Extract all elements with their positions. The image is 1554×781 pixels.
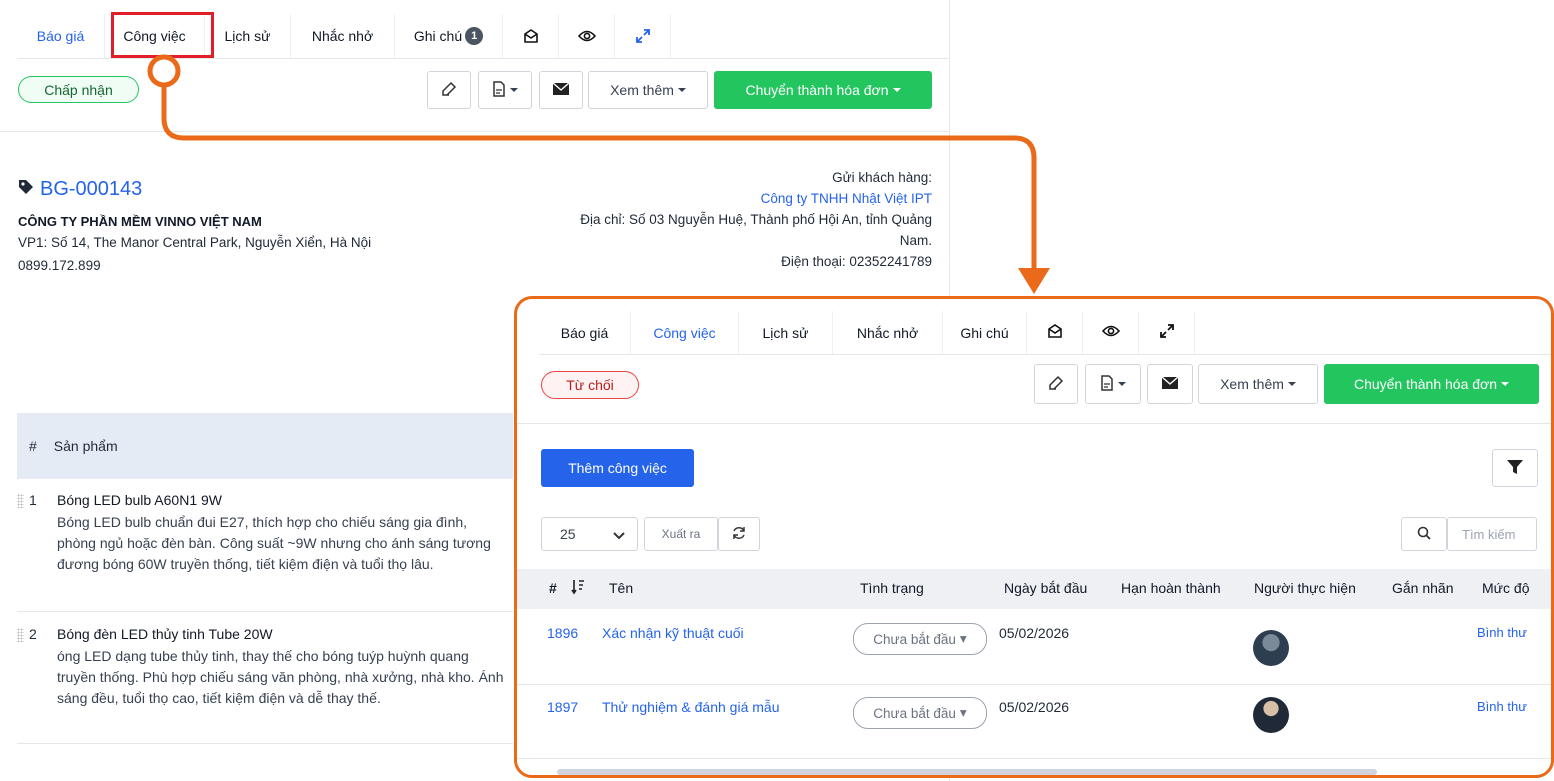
avatar[interactable] xyxy=(1253,697,1289,733)
search-icon xyxy=(1417,526,1431,543)
filter-button[interactable] xyxy=(1492,449,1538,487)
callout-line xyxy=(161,85,1037,272)
callout-arrowhead xyxy=(1018,268,1050,294)
table-row: 1896 Xác nhận kỹ thuật cuối Chưa bắt đầu… xyxy=(517,611,1551,685)
more-button[interactable]: Xem thêm xyxy=(1198,364,1318,404)
task-id-link[interactable]: 1896 xyxy=(547,625,578,641)
refresh-button[interactable] xyxy=(718,517,760,551)
avatar[interactable] xyxy=(1253,630,1289,666)
callout-anchor xyxy=(147,54,181,88)
col-status[interactable]: Tình trạng xyxy=(860,580,924,596)
sort-desc-icon[interactable] xyxy=(571,579,585,598)
col-name[interactable]: Tên xyxy=(609,580,633,596)
send-email-button[interactable] xyxy=(1147,364,1193,404)
col-hash[interactable]: # xyxy=(549,580,557,596)
tab-reminders[interactable]: Nhắc nhở xyxy=(833,311,943,354)
popup-tab-bar: Báo giá Công việc Lịch sử Nhắc nhở Ghi c… xyxy=(539,311,1551,355)
caret-down-icon xyxy=(1118,382,1126,386)
task-name-link[interactable]: Xác nhận kỹ thuật cuối xyxy=(602,625,744,641)
tab-expand[interactable] xyxy=(1139,311,1195,354)
filter-icon xyxy=(1507,459,1523,477)
caret-down-icon: ▾ xyxy=(959,631,967,646)
col-tags[interactable]: Gắn nhãn xyxy=(1392,580,1454,596)
convert-to-invoice-button[interactable]: Chuyển thành hóa đơn xyxy=(1324,364,1539,404)
task-priority: Bình thư xyxy=(1477,625,1527,640)
chevron-down-icon xyxy=(613,528,625,544)
tab-preview[interactable] xyxy=(1083,311,1139,354)
tab-email[interactable] xyxy=(1027,311,1083,354)
col-start-date[interactable]: Ngày bắt đầu xyxy=(1004,580,1087,596)
expand-icon xyxy=(1159,323,1175,342)
edit-button[interactable] xyxy=(1034,364,1078,404)
eye-icon xyxy=(1101,324,1120,341)
envelope-open-icon xyxy=(1047,323,1063,342)
page-size-select[interactable]: 25 xyxy=(541,517,638,551)
tasks-table-header: # Tên Tình trạng Ngày bắt đầu Hạn hoàn t… xyxy=(517,569,1551,609)
screen: Báo giá Công việc Lịch sử Nhắc nhở Ghi c… xyxy=(0,0,1554,781)
divider xyxy=(517,423,1551,424)
export-button[interactable]: Xuất ra xyxy=(644,517,718,551)
caret-down-icon xyxy=(1287,382,1296,386)
tab-history[interactable]: Lịch sử xyxy=(739,311,833,354)
col-assignee[interactable]: Người thực hiện xyxy=(1254,580,1356,596)
task-name-link[interactable]: Thử nghiệm & đánh giá mẫu xyxy=(602,699,779,715)
caret-down-icon: ▾ xyxy=(959,705,967,720)
tab-quote[interactable]: Báo giá xyxy=(539,311,631,354)
pdf-dropdown-button[interactable] xyxy=(1085,364,1141,404)
col-due-date[interactable]: Hạn hoàn thành xyxy=(1121,580,1221,596)
edit-icon xyxy=(1048,375,1064,394)
task-start-date: 05/02/2026 xyxy=(999,625,1070,641)
tab-notes[interactable]: Ghi chú xyxy=(943,311,1027,354)
envelope-icon xyxy=(1161,376,1179,392)
tab-tasks[interactable]: Công việc xyxy=(631,311,739,354)
add-task-button[interactable]: Thêm công việc xyxy=(541,449,694,487)
horizontal-scrollbar[interactable] xyxy=(557,769,1377,775)
task-priority: Bình thư xyxy=(1477,699,1527,714)
task-status-dropdown[interactable]: Chưa bắt đầu ▾ xyxy=(853,623,987,655)
col-priority[interactable]: Mức độ xyxy=(1482,580,1530,596)
file-pdf-icon xyxy=(1100,374,1114,394)
task-start-date: 05/02/2026 xyxy=(999,699,1070,715)
task-id-link[interactable]: 1897 xyxy=(547,699,578,715)
search-input[interactable]: Tìm kiếm xyxy=(1447,517,1537,551)
search-button[interactable] xyxy=(1401,517,1447,551)
caret-down-icon xyxy=(1501,382,1510,386)
refresh-icon xyxy=(732,526,746,543)
table-row: 1897 Thử nghiệm & đánh giá mẫu Chưa bắt … xyxy=(517,685,1551,759)
task-status-dropdown[interactable]: Chưa bắt đầu ▾ xyxy=(853,697,987,729)
status-badge: Từ chối xyxy=(541,371,639,399)
tasks-popup: Báo giá Công việc Lịch sử Nhắc nhở Ghi c… xyxy=(514,296,1554,778)
